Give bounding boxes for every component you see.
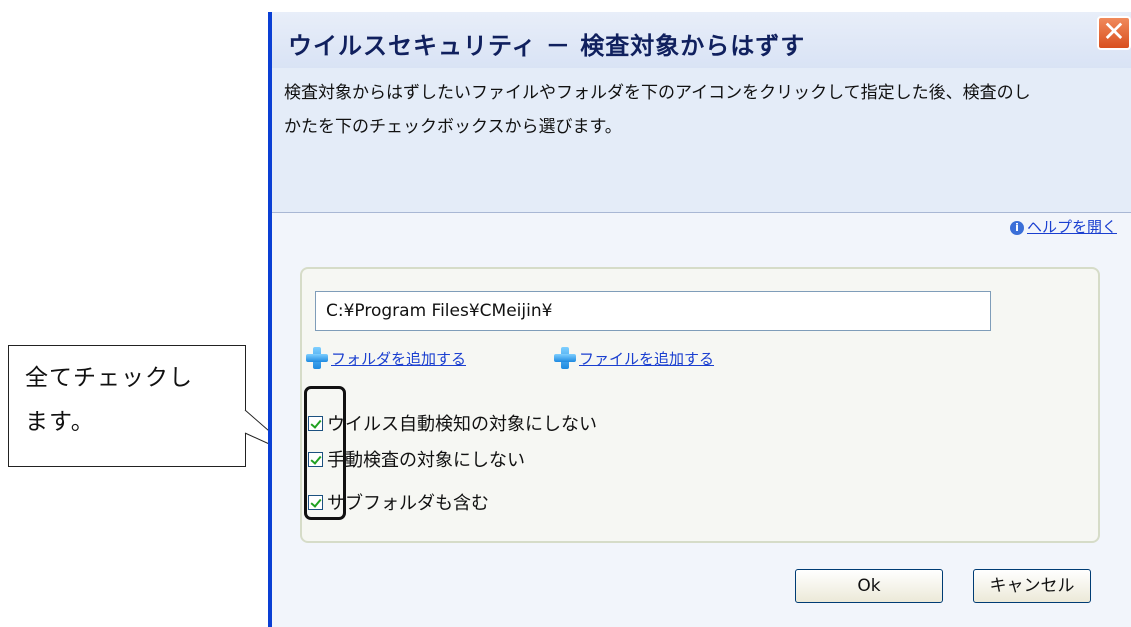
description-line-1: 検査対象からはずしたいファイルやフォルダを下のアイコンをクリックして指定した後、…: [284, 83, 1031, 103]
callout-line-1: 全てチェックし: [25, 365, 193, 391]
title-bar[interactable]: ウイルスセキュリティ － 検査対象からはずす ✕: [272, 12, 1131, 68]
add-folder-link[interactable]: フォルダを追加する: [306, 347, 466, 369]
add-folder-plus-icon: [306, 347, 328, 369]
exclude-dialog: ウイルスセキュリティ － 検査対象からはずす ✕ 検査対象からはずしたいファイル…: [268, 12, 1131, 627]
description-text: 検査対象からはずしたいファイルやフォルダを下のアイコンをクリックして指定した後、…: [284, 76, 1131, 144]
dialog-title: ウイルスセキュリティ － 検査対象からはずす: [288, 32, 806, 60]
close-button[interactable]: ✕: [1097, 16, 1131, 50]
info-icon: i: [1009, 220, 1024, 235]
callout-line-2: ます。: [25, 409, 95, 435]
help-link-label: ヘルプを開く: [1026, 218, 1117, 236]
add-folder-label: フォルダを追加する: [331, 349, 467, 368]
callout-annotation: 全てチェックし ます。: [8, 345, 246, 467]
option-label: サブフォルダも含む: [327, 493, 489, 514]
help-link[interactable]: i ヘルプを開く: [1009, 216, 1117, 237]
option-label: 手動検査の対象にしない: [327, 450, 525, 471]
description-panel: 検査対象からはずしたいファイルやフォルダを下のアイコンをクリックして指定した後、…: [272, 68, 1131, 213]
add-file-plus-icon: [554, 347, 576, 369]
add-file-label: ファイルを追加する: [579, 349, 715, 368]
path-input[interactable]: [315, 291, 991, 331]
description-line-2: かたを下のチェックボックスから選びます。: [284, 117, 622, 137]
add-file-link[interactable]: ファイルを追加する: [554, 347, 714, 369]
checkbox-highlight-frame: [304, 386, 346, 520]
ok-button[interactable]: Ok: [795, 569, 943, 603]
settings-group: フォルダを追加する ファイルを追加する ウイルス自動検知の対象にしない 手動検査…: [300, 267, 1100, 543]
option-auto-detect[interactable]: ウイルス自動検知の対象にしない: [308, 410, 597, 436]
option-label: ウイルス自動検知の対象にしない: [327, 414, 597, 435]
cancel-button[interactable]: キャンセル: [973, 569, 1091, 603]
